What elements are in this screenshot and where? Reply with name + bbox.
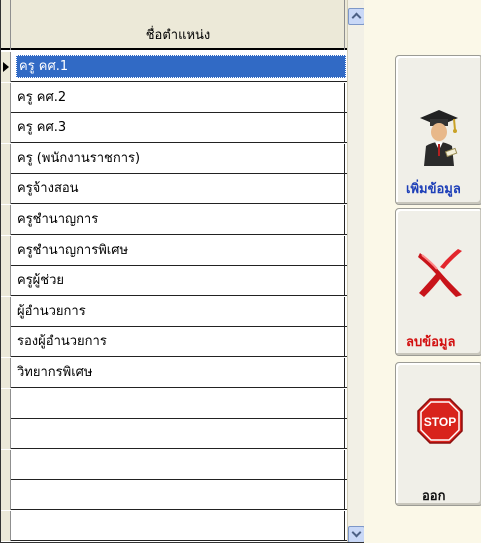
table-row[interactable]: ครูจ้างสอน	[1, 174, 347, 204]
record-selector[interactable]	[1, 450, 11, 480]
table-row[interactable]	[1, 450, 347, 480]
scroll-up-button[interactable]	[348, 8, 364, 25]
grid-header: ชื่อตำแหน่ง	[1, 0, 347, 50]
add-data-label: เพิ่มข้อมูล	[406, 182, 461, 197]
position-name-cell[interactable]: ครูชำนาญการ	[12, 205, 345, 235]
position-name-cell[interactable]: ครู (พนักงานราชการ)	[12, 144, 345, 174]
position-name-cell[interactable]	[12, 511, 345, 541]
vertical-scrollbar[interactable]	[347, 0, 364, 542]
position-name-cell[interactable]: ครู คศ.3	[12, 113, 345, 143]
table-row[interactable]: ครู คศ.3	[1, 113, 347, 143]
record-selector[interactable]	[1, 511, 11, 541]
table-row[interactable]: ครูผู้ช่วย	[1, 266, 347, 296]
position-name-cell[interactable]	[12, 419, 345, 449]
record-selector[interactable]	[1, 83, 11, 113]
position-grid: ชื่อตำแหน่ง ครู คศ.1 ครู คศ.2 ครู คศ.3 ครู …	[0, 0, 364, 543]
position-name-cell[interactable]	[12, 389, 345, 419]
position-name-cell[interactable]	[12, 450, 345, 480]
scroll-down-button[interactable]	[348, 526, 364, 542]
position-name-cell[interactable]: วิทยากรพิเศษ	[12, 358, 345, 388]
table-row[interactable]: วิทยากรพิเศษ	[1, 358, 347, 388]
position-name-cell[interactable]: ครู คศ.2	[12, 83, 345, 113]
record-selector-header[interactable]	[1, 0, 11, 50]
position-name-cell[interactable]: ครูชำนาญการพิเศษ	[12, 236, 345, 266]
exit-label: ออก	[422, 489, 446, 504]
position-name-cell[interactable]: รองผู้อำนวยการ	[12, 327, 345, 357]
record-selector[interactable]	[1, 205, 11, 235]
table-row[interactable]: ครูชำนาญการ	[1, 205, 347, 235]
table-row[interactable]	[1, 389, 347, 419]
table-row[interactable]: ครู (พนักงานราชการ)	[1, 144, 347, 174]
record-selector[interactable]	[1, 358, 11, 388]
table-row[interactable]: ครู คศ.2	[1, 83, 347, 113]
record-selector[interactable]	[1, 480, 11, 510]
record-selector[interactable]	[1, 419, 11, 449]
column-header-label: ชื่อตำแหน่ง	[145, 28, 211, 43]
stop-sign-text: STOP	[424, 415, 456, 429]
current-record-arrow-icon	[3, 62, 9, 72]
table-row[interactable]: ครูชำนาญการพิเศษ	[1, 236, 347, 266]
red-x-icon	[418, 249, 462, 297]
stop-sign-icon: STOP	[417, 398, 463, 444]
record-selector[interactable]	[1, 389, 11, 419]
position-name-cell[interactable]: ครู คศ.1	[16, 55, 346, 78]
exit-button[interactable]: STOP ออก	[395, 362, 481, 506]
grid-body: ครู คศ.1 ครู คศ.2 ครู คศ.3 ครู (พนักงานราชก…	[1, 52, 347, 542]
column-header-position-name[interactable]: ชื่อตำแหน่ง	[12, 0, 345, 50]
record-selector[interactable]	[1, 144, 11, 174]
table-row[interactable]: ครู คศ.1	[1, 52, 347, 82]
record-selector[interactable]	[1, 52, 11, 82]
chevron-up-icon	[351, 12, 362, 23]
delete-data-label: ลบข้อมูล	[406, 335, 456, 350]
table-row[interactable]	[1, 511, 347, 541]
record-selector[interactable]	[1, 297, 11, 327]
table-row[interactable]: ผู้อำนวยการ	[1, 297, 347, 327]
chevron-down-icon	[351, 527, 362, 538]
position-name-cell[interactable]: ผู้อำนวยการ	[12, 297, 345, 327]
position-name-cell[interactable]: ครูผู้ช่วย	[12, 266, 345, 296]
delete-data-button[interactable]: ลบข้อมูล	[395, 208, 481, 356]
record-selector[interactable]	[1, 236, 11, 266]
graduate-icon	[420, 110, 458, 166]
table-row[interactable]: รองผู้อำนวยการ	[1, 327, 347, 357]
record-selector[interactable]	[1, 174, 11, 204]
record-selector[interactable]	[1, 327, 11, 357]
table-row[interactable]	[1, 419, 347, 449]
record-selector[interactable]	[1, 113, 11, 143]
table-row[interactable]	[1, 480, 347, 510]
position-name-cell[interactable]	[12, 480, 345, 510]
position-name-cell[interactable]: ครูจ้างสอน	[12, 174, 345, 204]
add-data-button[interactable]: เพิ่มข้อมูล	[395, 55, 481, 205]
record-selector[interactable]	[1, 266, 11, 296]
